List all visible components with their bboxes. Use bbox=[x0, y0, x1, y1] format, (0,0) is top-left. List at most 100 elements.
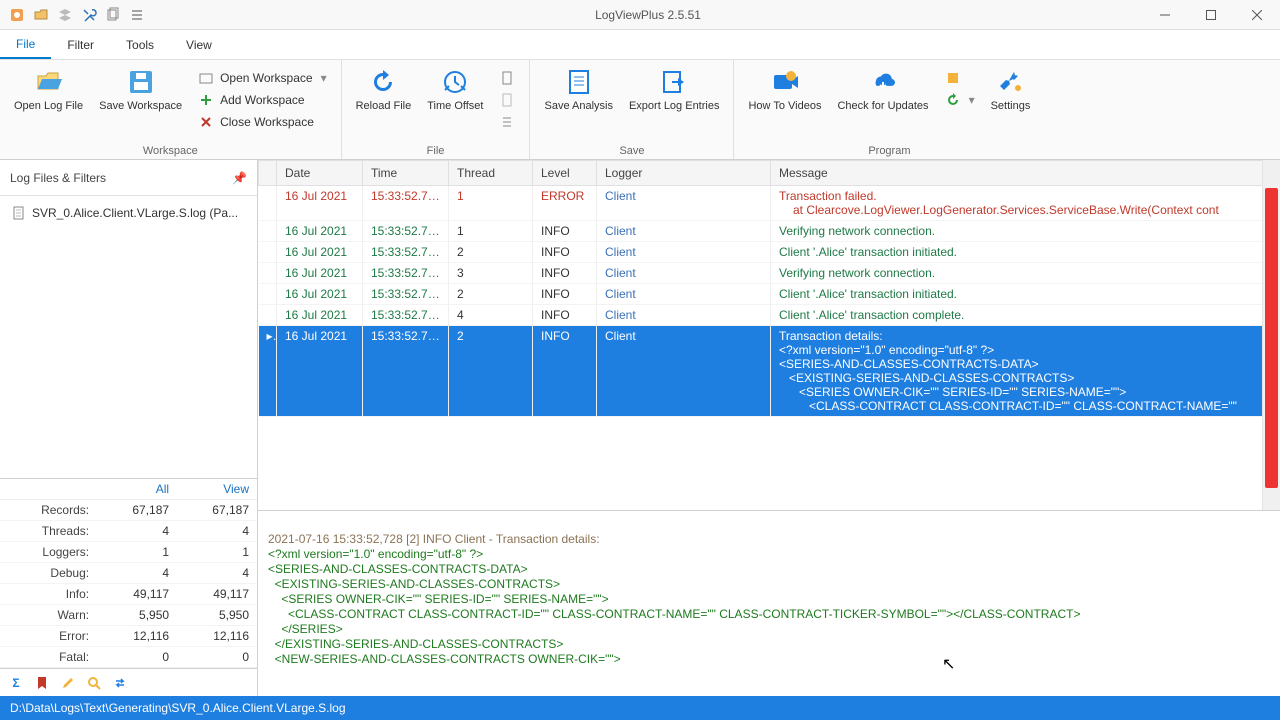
qat-app-icon[interactable] bbox=[8, 6, 26, 24]
log-row[interactable]: 16 Jul 202115:33:52.7221INFOClientVerify… bbox=[259, 221, 1280, 242]
ribbon-group-workspace: Open Log File Save Workspace Open Worksp… bbox=[0, 60, 342, 159]
left-pane-header: Log Files & Filters 📌 bbox=[0, 160, 257, 196]
tab-file[interactable]: File bbox=[0, 30, 51, 59]
close-button[interactable] bbox=[1234, 0, 1280, 30]
detail-body: <?xml version="1.0" encoding="utf-8" ?> … bbox=[268, 547, 1080, 666]
log-row[interactable]: 16 Jul 202115:33:52.7283INFOClientVerify… bbox=[259, 263, 1280, 284]
ribbon-group-file: Reload File Time Offset File bbox=[342, 60, 531, 159]
qat-copy-icon[interactable] bbox=[104, 6, 122, 24]
wrench-icon bbox=[994, 66, 1026, 98]
tab-tools[interactable]: Tools bbox=[110, 30, 170, 59]
stats-table: AllView Records:67,18767,187Threads:44Lo… bbox=[0, 478, 257, 668]
log-row[interactable]: 16 Jul 202115:33:52.7282INFOClientClient… bbox=[259, 284, 1280, 305]
stats-row: Threads:44 bbox=[0, 521, 257, 542]
tab-filter[interactable]: Filter bbox=[51, 30, 110, 59]
stats-row: Loggers:11 bbox=[0, 542, 257, 563]
qat-tools-icon[interactable] bbox=[80, 6, 98, 24]
clock-icon bbox=[439, 66, 471, 98]
sigma-button[interactable]: Σ bbox=[4, 672, 28, 694]
left-toolbar: Σ bbox=[0, 668, 257, 696]
folder-open-icon bbox=[33, 66, 65, 98]
left-pane: Log Files & Filters 📌 SVR_0.Alice.Client… bbox=[0, 160, 258, 696]
open-log-file-button[interactable]: Open Log File bbox=[8, 64, 89, 114]
detail-pane[interactable]: 2021-07-16 15:33:52,728 [2] INFO Client … bbox=[258, 510, 1280, 696]
refresh-small-icon bbox=[945, 92, 961, 108]
program-small-1[interactable] bbox=[939, 68, 981, 88]
open-workspace-button[interactable]: Open Workspace▾ bbox=[192, 68, 333, 88]
ribbon-label-save: Save bbox=[538, 143, 725, 157]
col-thread[interactable]: Thread bbox=[449, 161, 533, 186]
file-small-1[interactable] bbox=[493, 68, 521, 88]
sync-button[interactable] bbox=[108, 672, 132, 694]
find-button[interactable] bbox=[82, 672, 106, 694]
menu-tabs: File Filter Tools View bbox=[0, 30, 1280, 60]
titlebar: LogViewPlus 2.5.51 bbox=[0, 0, 1280, 30]
stats-col-view[interactable]: View bbox=[177, 479, 257, 500]
log-row[interactable]: 16 Jul 202115:33:52.7221ERRORClientTrans… bbox=[259, 186, 1280, 221]
ribbon-label-workspace: Workspace bbox=[8, 143, 333, 157]
file-list: SVR_0.Alice.Client.VLarge.S.log (Pa... bbox=[0, 196, 257, 230]
log-grid[interactable]: Date Time Thread Level Logger Message 16… bbox=[258, 160, 1280, 510]
qat-open-icon[interactable] bbox=[32, 6, 50, 24]
close-workspace-button[interactable]: Close Workspace bbox=[192, 112, 333, 132]
howto-videos-button[interactable]: How To Videos bbox=[742, 64, 827, 114]
reload-file-button[interactable]: Reload File bbox=[350, 64, 418, 114]
left-pane-title: Log Files & Filters bbox=[10, 171, 106, 185]
grid-scrollbar[interactable] bbox=[1262, 160, 1280, 510]
maximize-button[interactable] bbox=[1188, 0, 1234, 30]
export-log-button[interactable]: Export Log Entries bbox=[623, 64, 726, 114]
document-icon bbox=[499, 70, 515, 86]
col-indicator[interactable] bbox=[259, 161, 277, 186]
qat-layers-icon[interactable] bbox=[56, 6, 74, 24]
edit-button[interactable] bbox=[56, 672, 80, 694]
stats-row: Error:12,11612,116 bbox=[0, 626, 257, 647]
stats-col-all[interactable]: All bbox=[97, 479, 177, 500]
document-blank-icon bbox=[499, 92, 515, 108]
save-analysis-button[interactable]: Save Analysis bbox=[538, 64, 618, 114]
col-time[interactable]: Time bbox=[363, 161, 449, 186]
ribbon-group-save: Save Analysis Export Log Entries Save bbox=[530, 60, 734, 159]
col-level[interactable]: Level bbox=[533, 161, 597, 186]
time-offset-button[interactable]: Time Offset bbox=[421, 64, 489, 114]
check-updates-button[interactable]: Check for Updates bbox=[831, 64, 934, 114]
main-area: Date Time Thread Level Logger Message 16… bbox=[258, 160, 1280, 696]
save-workspace-button[interactable]: Save Workspace bbox=[93, 64, 188, 114]
stats-row: Records:67,18767,187 bbox=[0, 500, 257, 521]
document-icon bbox=[12, 206, 26, 220]
ribbon-label-program: Program bbox=[742, 143, 1036, 157]
log-file-item[interactable]: SVR_0.Alice.Client.VLarge.S.log (Pa... bbox=[6, 202, 251, 224]
col-message[interactable]: Message bbox=[771, 161, 1280, 186]
open-workspace-icon bbox=[198, 70, 214, 86]
detail-header: 2021-07-16 15:33:52,728 [2] INFO Client … bbox=[268, 532, 600, 546]
log-row[interactable]: 16 Jul 202115:33:52.7284INFOClientClient… bbox=[259, 305, 1280, 326]
stats-row: Fatal:00 bbox=[0, 647, 257, 668]
minimize-button[interactable] bbox=[1142, 0, 1188, 30]
add-workspace-button[interactable]: Add Workspace bbox=[192, 90, 333, 110]
list-icon bbox=[499, 114, 515, 130]
window-title: LogViewPlus 2.5.51 bbox=[154, 8, 1142, 22]
col-logger[interactable]: Logger bbox=[597, 161, 771, 186]
close-icon bbox=[198, 114, 214, 130]
stats-row: Debug:44 bbox=[0, 563, 257, 584]
bookmark-button[interactable] bbox=[30, 672, 54, 694]
log-row[interactable]: 16 Jul 202115:33:52.7222INFOClientClient… bbox=[259, 242, 1280, 263]
ribbon-label-file: File bbox=[350, 143, 522, 157]
video-icon bbox=[769, 66, 801, 98]
settings-button[interactable]: Settings bbox=[985, 64, 1037, 114]
file-small-3[interactable] bbox=[493, 112, 521, 132]
pin-icon[interactable]: 📌 bbox=[232, 171, 247, 185]
col-date[interactable]: Date bbox=[277, 161, 363, 186]
ribbon: Open Log File Save Workspace Open Worksp… bbox=[0, 60, 1280, 160]
flag-icon bbox=[945, 70, 961, 86]
qat-list-icon[interactable] bbox=[128, 6, 146, 24]
file-small-2[interactable] bbox=[493, 90, 521, 110]
tab-view[interactable]: View bbox=[170, 30, 228, 59]
save-workspace-icon bbox=[125, 66, 157, 98]
stats-row: Info:49,11749,117 bbox=[0, 584, 257, 605]
cloud-download-icon bbox=[867, 66, 899, 98]
status-path: D:\Data\Logs\Text\Generating\SVR_0.Alice… bbox=[10, 701, 346, 715]
log-row[interactable]: ▸16 Jul 202115:33:52.7282INFOClientTrans… bbox=[259, 326, 1280, 417]
ribbon-group-program: How To Videos Check for Updates ▾ Settin… bbox=[734, 60, 1044, 159]
reload-icon bbox=[367, 66, 399, 98]
program-small-2[interactable]: ▾ bbox=[939, 90, 981, 110]
